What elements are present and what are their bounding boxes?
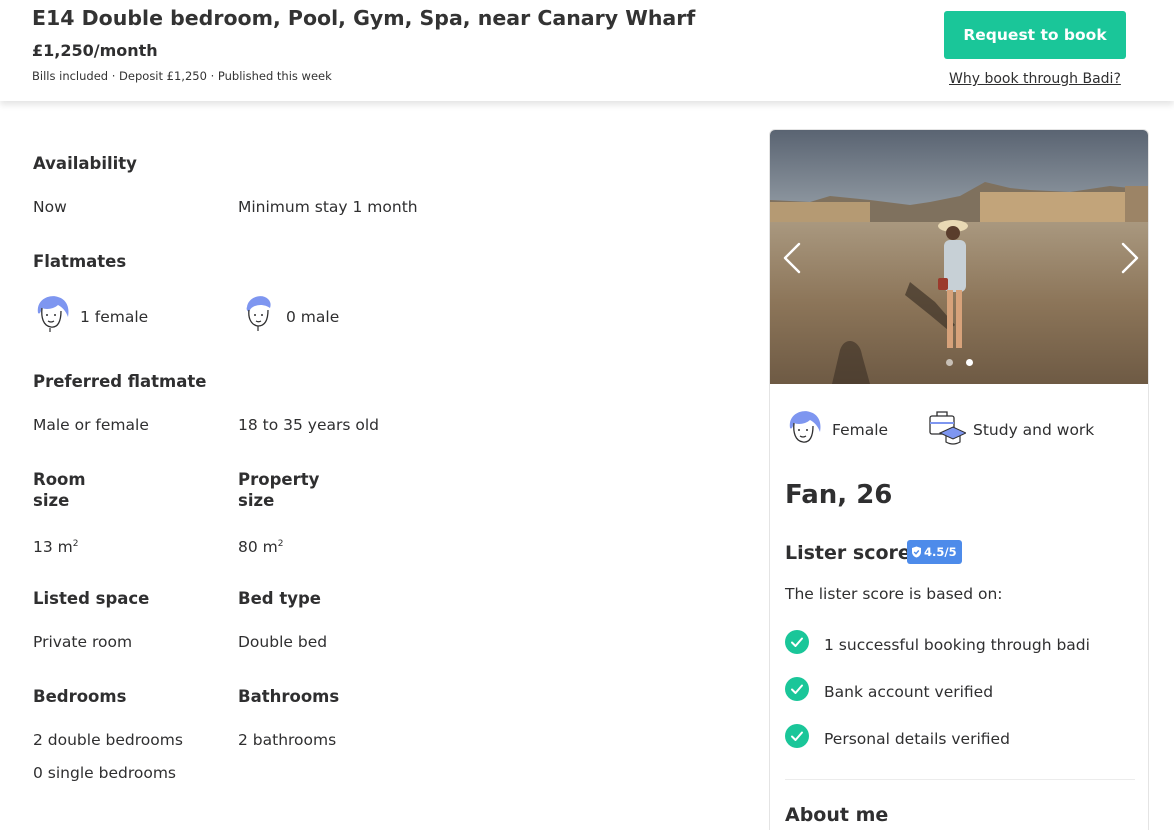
- study-work-icon: [929, 411, 966, 445]
- lister-score-badge: 4.5/5: [907, 540, 962, 564]
- room-size-value: 13 m2: [33, 538, 79, 556]
- lister-gender: Female: [832, 421, 889, 439]
- next-photo-icon[interactable]: [1114, 238, 1144, 278]
- check-icon: [785, 630, 809, 654]
- bed-type-heading: Bed type: [238, 589, 321, 608]
- availability-from: Now: [33, 198, 67, 216]
- listing-title: E14 Double bedroom, Pool, Gym, Spa, near…: [32, 6, 696, 30]
- check-icon: [785, 724, 809, 748]
- property-size-value: 80 m2: [238, 538, 284, 556]
- photo-dot-active[interactable]: [966, 359, 973, 366]
- about-me-heading: About me: [785, 804, 889, 826]
- flatmates-female: 1 female: [80, 308, 149, 326]
- divider: [785, 779, 1135, 780]
- double-bedrooms-value: 2 double bedrooms: [33, 731, 183, 749]
- lister-score-value: 4.5/5: [924, 545, 957, 559]
- check-icon: [785, 677, 809, 701]
- lister-score-intro: The lister score is based on:: [785, 585, 1003, 603]
- room-size-heading: Room size: [33, 470, 86, 510]
- minimum-stay: Minimum stay 1 month: [238, 198, 418, 216]
- lister-photo[interactable]: [770, 130, 1148, 384]
- listing-meta: Bills included · Deposit £1,250 · Publis…: [32, 69, 332, 83]
- check-item: Personal details verified: [824, 730, 1010, 748]
- listed-space-heading: Listed space: [33, 589, 150, 608]
- bedrooms-heading: Bedrooms: [33, 687, 127, 706]
- previous-photo-icon[interactable]: [778, 238, 808, 278]
- shield-check-icon: [912, 546, 921, 558]
- preferred-flatmate-heading: Preferred flatmate: [33, 372, 207, 391]
- flatmates-male: 0 male: [286, 308, 340, 326]
- lister-card: Female Study and work Fan, 26 Lister sco…: [769, 129, 1149, 830]
- lister-photo-image: [770, 130, 1148, 384]
- bathrooms-heading: Bathrooms: [238, 687, 340, 706]
- check-item: Bank account verified: [824, 683, 994, 701]
- property-size-heading: Property size: [238, 470, 320, 510]
- bed-type-value: Double bed: [238, 633, 328, 651]
- request-to-book-button[interactable]: Request to book: [944, 11, 1126, 59]
- check-item: 1 successful booking through badi: [824, 636, 1090, 654]
- listed-space-value: Private room: [33, 633, 133, 651]
- single-bedrooms-value: 0 single bedrooms: [33, 764, 176, 782]
- preferred-age: 18 to 35 years old: [238, 416, 379, 434]
- flatmates-heading: Flatmates: [33, 252, 127, 271]
- female-face-icon: [789, 411, 821, 443]
- female-face-icon: [37, 296, 69, 332]
- listing-price: £1,250/month: [32, 41, 158, 60]
- lister-name: Fan, 26: [785, 480, 893, 510]
- availability-heading: Availability: [33, 154, 137, 173]
- why-book-link[interactable]: Why book through Badi?: [949, 71, 1121, 87]
- male-face-icon: [246, 296, 271, 331]
- lister-occupation: Study and work: [973, 421, 1095, 439]
- listing-header: E14 Double bedroom, Pool, Gym, Spa, near…: [0, 0, 1174, 101]
- bathrooms-value: 2 bathrooms: [238, 731, 337, 749]
- lister-score-heading: Lister score: [785, 542, 911, 564]
- preferred-gender: Male or female: [33, 416, 149, 434]
- photo-dot[interactable]: [946, 359, 953, 366]
